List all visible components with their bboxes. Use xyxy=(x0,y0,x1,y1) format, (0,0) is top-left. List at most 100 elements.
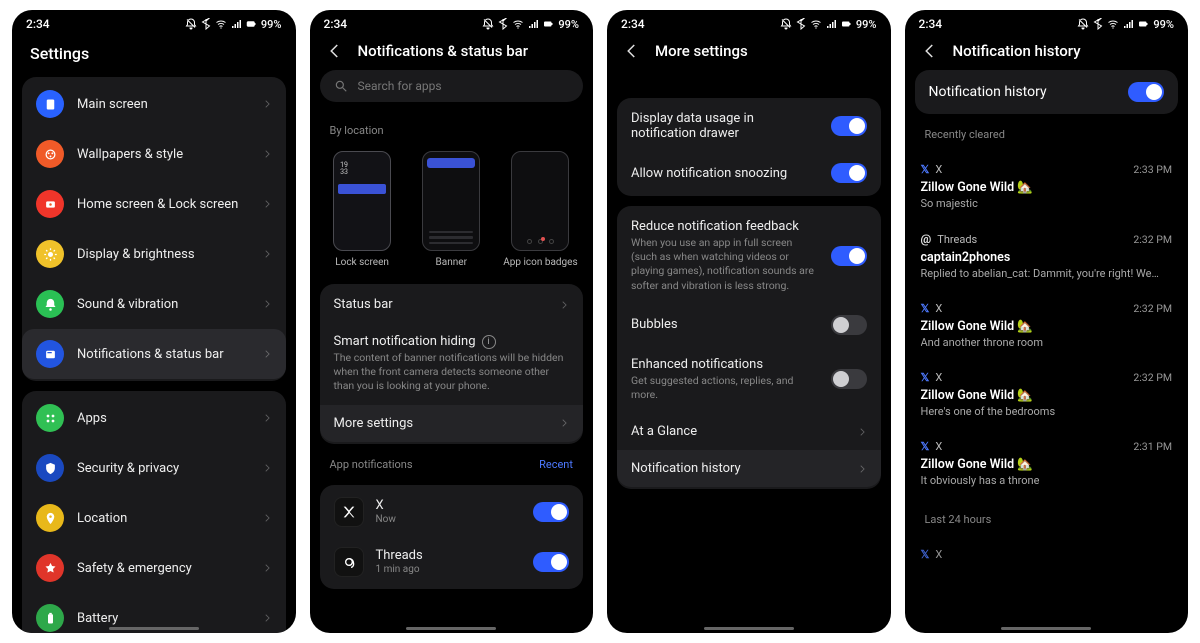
back-icon[interactable] xyxy=(921,42,939,60)
toggle[interactable] xyxy=(831,163,867,183)
battery-icon xyxy=(542,18,554,30)
row-more-settings[interactable]: More settings xyxy=(320,405,584,442)
history-title: Zillow Gone Wild 🏡 xyxy=(921,180,1173,195)
app-name: X xyxy=(376,498,522,513)
threads-icon xyxy=(334,547,364,577)
row-enhanced[interactable]: Enhanced notificationsGet suggested acti… xyxy=(617,346,881,413)
row-snoozing[interactable]: Allow notification snoozing xyxy=(617,152,881,194)
history-item[interactable]: 𝕏 X xyxy=(915,540,1179,573)
history-toggle[interactable] xyxy=(1128,82,1164,102)
toggle[interactable] xyxy=(831,315,867,335)
dnd-icon xyxy=(185,18,197,30)
nav-handle[interactable] xyxy=(704,627,794,630)
chevron-right-icon xyxy=(262,411,272,425)
x-icon: 𝕏 xyxy=(921,548,930,561)
history-app: X xyxy=(935,163,1127,176)
recent-link[interactable]: Recent xyxy=(539,458,573,471)
chevron-right-icon xyxy=(262,147,272,161)
status-indicators: 99% xyxy=(185,18,282,31)
row-reduce-feedback[interactable]: Reduce notification feedbackWhen you use… xyxy=(617,208,881,304)
tile-app-icon-badges[interactable]: App icon badges xyxy=(500,151,581,268)
notification-options: Status bar Smart notification hiding i T… xyxy=(320,284,584,444)
battery-icon xyxy=(245,18,257,30)
setting-label: Notifications & status bar xyxy=(77,347,249,362)
row-notif-history[interactable]: Notification history xyxy=(617,450,881,487)
row-at-a-glance[interactable]: At a Glance xyxy=(617,413,881,450)
by-location-label: By location xyxy=(320,120,584,141)
screen-more-settings: 2:34 99% More settings Display data usag… xyxy=(607,10,891,633)
history-item[interactable]: @Threads2:32 PMcaptain2phonesReplied to … xyxy=(915,224,1179,292)
chevron-right-icon xyxy=(857,462,867,476)
setting-label: Apps xyxy=(77,411,249,426)
back-icon[interactable] xyxy=(326,42,344,60)
row-label: Allow notification snoozing xyxy=(631,166,818,181)
app-notif-threads[interactable]: Threads1 min ago xyxy=(320,537,584,587)
more-settings-group-1: Display data usage in notification drawe… xyxy=(617,98,881,196)
setting-sound-vibration[interactable]: Sound & vibration xyxy=(22,279,286,329)
setting-safety-emergency[interactable]: Safety & emergency xyxy=(22,543,286,593)
setting-location[interactable]: Location xyxy=(22,493,286,543)
history-item[interactable]: 𝕏X2:31 PMZillow Gone Wild 🏡It obviously … xyxy=(915,432,1179,499)
history-toggle-row[interactable]: Notification history xyxy=(915,70,1179,114)
setting-label: Security & privacy xyxy=(77,461,249,476)
setting-display-brightness[interactable]: Display & brightness xyxy=(22,229,286,279)
app-toggle[interactable] xyxy=(533,502,569,522)
history-item[interactable]: 𝕏X2:33 PMZillow Gone Wild 🏡So majestic xyxy=(915,155,1179,222)
back-icon[interactable] xyxy=(623,42,641,60)
nav-handle[interactable] xyxy=(1001,627,1091,630)
signal-icon xyxy=(1122,18,1134,30)
setting-main-screen[interactable]: Main screen xyxy=(22,79,286,129)
info-icon[interactable]: i xyxy=(482,335,496,349)
toggle[interactable] xyxy=(831,369,867,389)
app-toggle[interactable] xyxy=(533,552,569,572)
chevron-right-icon xyxy=(262,247,272,261)
setting-security-privacy[interactable]: Security & privacy xyxy=(22,443,286,493)
setting-wallpapers-style[interactable]: Wallpapers & style xyxy=(22,129,286,179)
row-bubbles[interactable]: Bubbles xyxy=(617,304,881,346)
setting-apps[interactable]: Apps xyxy=(22,393,286,443)
settings-group-2: Apps Security & privacy LocationSafety & e… xyxy=(22,391,286,633)
dnd-icon xyxy=(482,18,494,30)
row-label: Reduce notification feedback xyxy=(631,219,818,234)
nav-handle[interactable] xyxy=(406,627,496,630)
history-body: It obviously has a throne xyxy=(921,474,1173,487)
history-body: So majestic xyxy=(921,197,1173,210)
status-bar: 2:34 99% xyxy=(310,10,594,38)
history-title: Zillow Gone Wild 🏡 xyxy=(921,319,1173,334)
chevron-right-icon xyxy=(262,461,272,475)
x-icon xyxy=(334,497,364,527)
app-notif-x[interactable]: XNow xyxy=(320,487,584,537)
battery-icon xyxy=(840,18,852,30)
battery-pct: 99% xyxy=(558,18,579,31)
signal-icon xyxy=(825,18,837,30)
history-time: 2:31 PM xyxy=(1133,440,1172,453)
row-data-usage[interactable]: Display data usage in notification drawe… xyxy=(617,100,881,152)
history-body: Here's one of the bedrooms xyxy=(921,405,1173,418)
notifications-status-icon xyxy=(36,340,64,368)
row-smart-hiding[interactable]: Smart notification hiding i The content … xyxy=(320,323,584,405)
nav-handle[interactable] xyxy=(109,627,199,630)
toggle[interactable] xyxy=(831,116,867,136)
battery-icon xyxy=(36,604,64,632)
history-item[interactable]: 𝕏X2:32 PMZillow Gone Wild 🏡Here's one of… xyxy=(915,363,1179,430)
security-privacy-icon xyxy=(36,454,64,482)
tile-lock-screen[interactable]: 1933 Lock screen xyxy=(322,151,403,268)
app-name: Threads xyxy=(376,548,522,563)
chevron-right-icon xyxy=(857,425,867,439)
signal-icon xyxy=(230,18,242,30)
app-time: 1 min ago xyxy=(376,564,522,575)
history-item[interactable]: 𝕏X2:32 PMZillow Gone Wild 🏡And another t… xyxy=(915,294,1179,361)
x-icon: 𝕏 xyxy=(921,371,930,384)
row-label: Display data usage in notification drawe… xyxy=(631,111,818,141)
setting-home-lock[interactable]: Home screen & Lock screen xyxy=(22,179,286,229)
screen-notifications-statusbar: 2:34 99% Notifications & status bar Sear… xyxy=(310,10,594,633)
dnd-icon xyxy=(780,18,792,30)
setting-notifications-status[interactable]: Notifications & status bar xyxy=(22,329,286,379)
row-label: Enhanced notifications xyxy=(631,357,818,372)
page-title: More settings xyxy=(655,42,748,60)
search-input[interactable]: Search for apps xyxy=(320,70,584,102)
row-status-bar[interactable]: Status bar xyxy=(320,286,584,323)
toggle[interactable] xyxy=(831,246,867,266)
tile-banner[interactable]: Banner xyxy=(411,151,492,268)
setting-label: Main screen xyxy=(77,97,249,112)
